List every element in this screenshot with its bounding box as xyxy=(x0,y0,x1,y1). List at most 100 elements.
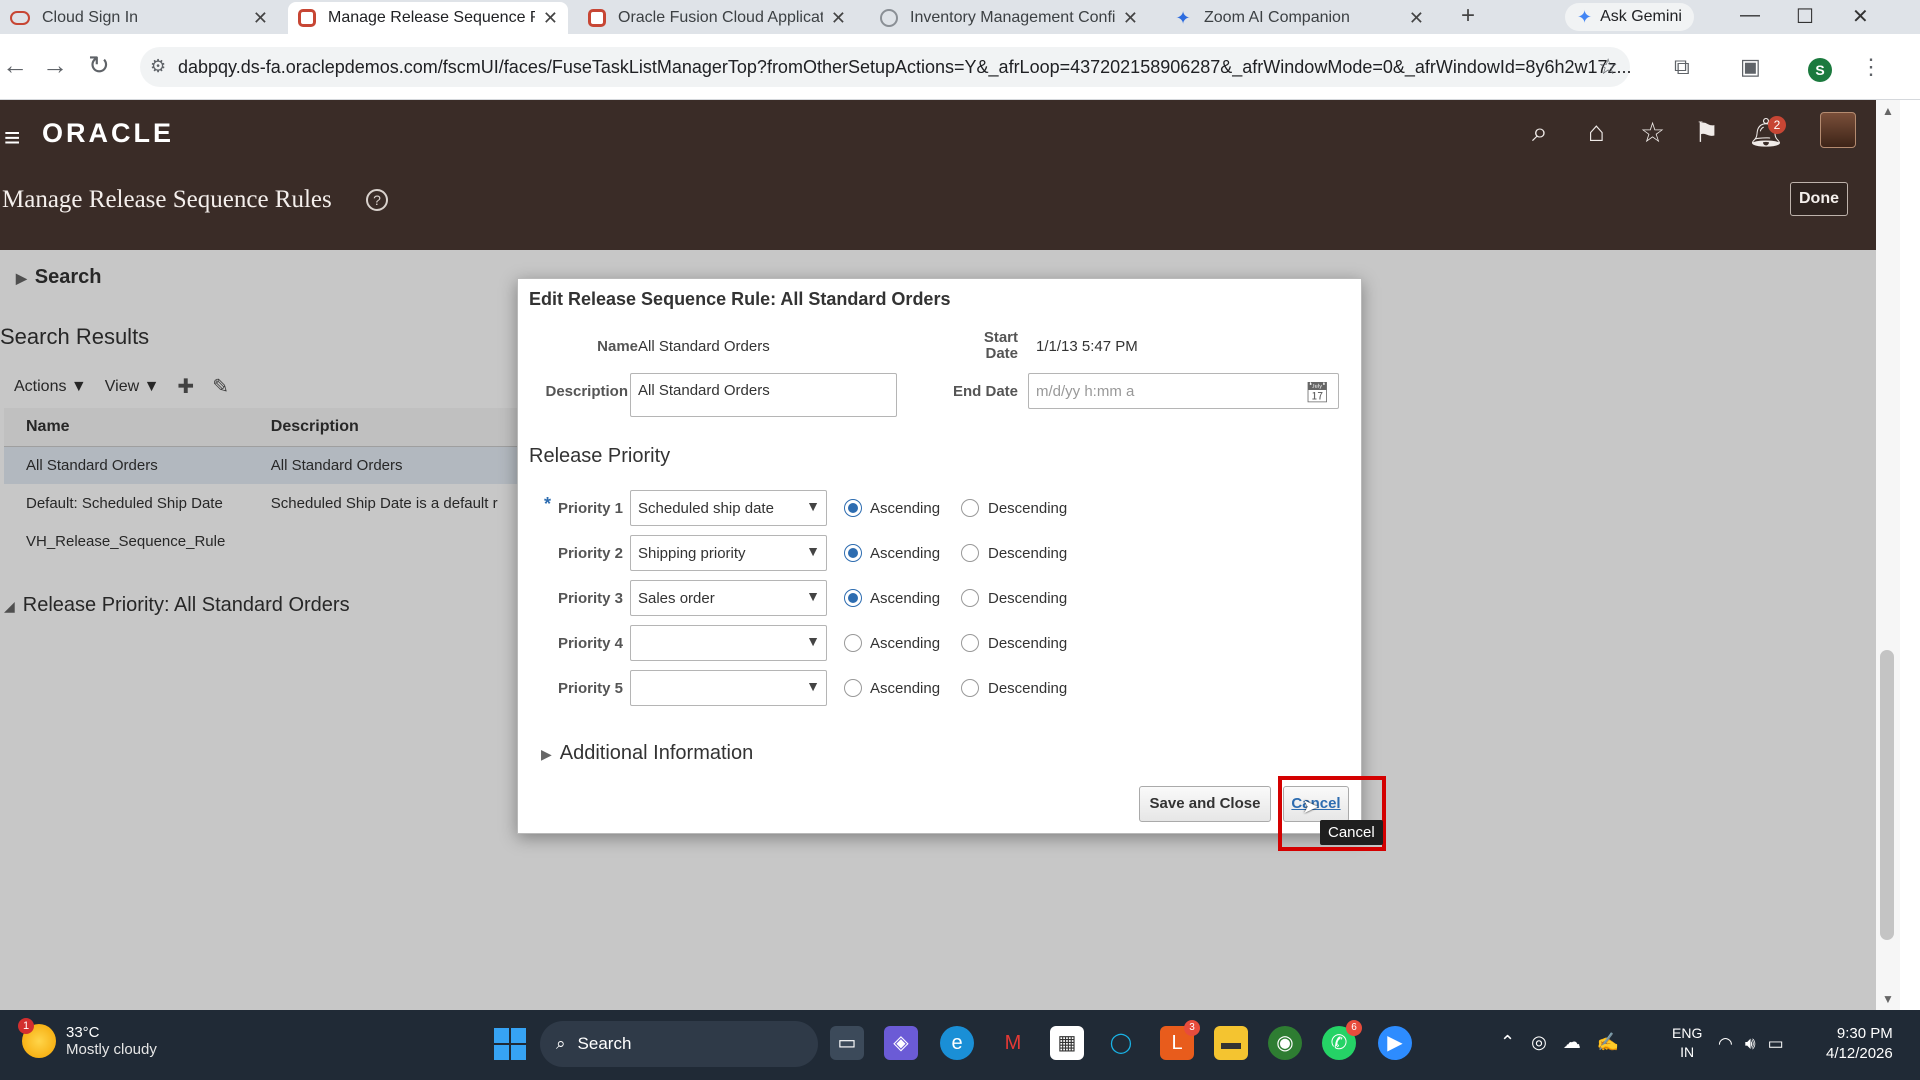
close-tab-icon[interactable]: ✕ xyxy=(1409,8,1424,29)
search-icon: ⌕ xyxy=(556,1034,566,1053)
priority-3-select[interactable]: Sales order ▼ xyxy=(630,580,827,616)
close-tab-icon[interactable]: ✕ xyxy=(1123,8,1138,29)
taskbar-search-label: Search xyxy=(577,1034,632,1053)
priority-2-ascending-radio[interactable] xyxy=(844,544,862,562)
additional-information-toggle[interactable]: ▶ Additional Information xyxy=(541,742,753,765)
close-tab-icon[interactable]: ✕ xyxy=(543,8,558,29)
tab-cloud-sign-in[interactable]: Cloud Sign In ✕ xyxy=(0,2,278,34)
address-bar[interactable]: ⚙ dabpqy.ds-fa.oraclepdemos.com/fscmUI/f… xyxy=(140,47,1630,87)
priority-2-descending-radio[interactable] xyxy=(961,544,979,562)
onedrive-icon[interactable]: ☁ xyxy=(1563,1032,1581,1053)
scrollbar-thumb[interactable] xyxy=(1880,650,1894,940)
priority-4-select[interactable]: ▼ xyxy=(630,625,827,661)
gemini-icon: ✦ xyxy=(1577,6,1593,27)
tab-oracle-fusion[interactable]: Oracle Fusion Cloud Applicati ✕ xyxy=(578,2,856,34)
language-line-2: IN xyxy=(1680,1044,1695,1060)
save-and-close-button[interactable]: Save and Close xyxy=(1139,786,1271,822)
windows-start-icon[interactable] xyxy=(494,1028,526,1060)
home-icon[interactable]: ⌂ xyxy=(1588,116,1605,148)
copilot-icon[interactable]: ◈ xyxy=(884,1026,918,1060)
tab-zoom-ai[interactable]: ✦ Zoom AI Companion ✕ xyxy=(1164,2,1434,34)
search-icon[interactable]: ⌕ xyxy=(1532,116,1548,149)
system-tray: ⌃ ◎ ☁ ✍ xyxy=(1500,1032,1619,1053)
done-button[interactable]: Done xyxy=(1790,182,1848,216)
priority-1-value: Scheduled ship date xyxy=(638,500,774,517)
close-tab-icon[interactable]: ✕ xyxy=(831,8,846,29)
chevron-up-icon[interactable]: ⌃ xyxy=(1500,1032,1515,1053)
close-window-icon[interactable]: ✕ xyxy=(1852,4,1869,29)
calendar-icon[interactable]: 📅︎ xyxy=(1305,380,1330,405)
store-icon[interactable]: ▦ xyxy=(1050,1026,1084,1060)
vertical-scrollbar[interactable]: ▲ ▼ xyxy=(1876,100,1900,1010)
forward-icon[interactable]: → xyxy=(42,50,68,81)
priority-5-descending-radio[interactable] xyxy=(961,679,979,697)
app-l-icon[interactable]: L3 xyxy=(1160,1020,1200,1060)
priority-5-select[interactable]: ▼ xyxy=(630,670,827,706)
windows-taskbar: 1 33°C Mostly cloudy ⌕ Search ▭ ◈ e M ▦ … xyxy=(0,1010,1920,1080)
help-icon[interactable]: ? xyxy=(366,189,388,211)
ask-gemini-label: Ask Gemini xyxy=(1600,8,1682,25)
descending-label: Descending xyxy=(988,635,1068,652)
alexa-icon[interactable]: ◯ xyxy=(1104,1026,1138,1060)
user-avatar[interactable] xyxy=(1820,112,1856,148)
priority-3-descending-radio[interactable] xyxy=(961,589,979,607)
watchlist-flag-icon[interactable]: ⚑ xyxy=(1694,116,1719,149)
start-date-value: 1/1/13 5:47 PM xyxy=(1036,338,1138,355)
priority-1-ascending-radio[interactable] xyxy=(844,499,862,517)
priority-1-descending-radio[interactable] xyxy=(961,499,979,517)
whatsapp-icon[interactable]: ✆ 6 xyxy=(1322,1020,1362,1060)
scroll-up-icon[interactable]: ▲ xyxy=(1882,104,1894,118)
battery-icon: ▭ xyxy=(1767,1034,1784,1053)
priority-1-select[interactable]: Scheduled ship date ▼ xyxy=(630,490,827,526)
tab-inventory-management[interactable]: Inventory Management Config ✕ xyxy=(870,2,1148,34)
hamburger-menu-icon[interactable]: ≡ xyxy=(4,122,20,154)
zoom-app-icon[interactable]: ▶ xyxy=(1378,1026,1412,1060)
site-settings-icon[interactable]: ⚙ xyxy=(150,56,166,77)
weather-alert-badge: 1 xyxy=(18,1018,34,1034)
oracle-logo[interactable]: ORACLE xyxy=(42,118,174,149)
description-textarea[interactable]: All Standard Orders xyxy=(630,373,897,417)
extensions-icon[interactable]: ⧉ xyxy=(1674,54,1690,80)
scroll-down-icon[interactable]: ▼ xyxy=(1882,992,1894,1006)
ascending-label: Ascending xyxy=(870,545,941,562)
reload-icon[interactable]: ↻ xyxy=(88,50,110,81)
priority-5-ascending-radio[interactable] xyxy=(844,679,862,697)
tab-manage-release-sequence[interactable]: Manage Release Sequence Ru ✕ xyxy=(288,2,568,34)
taskbar-search[interactable]: ⌕ Search xyxy=(540,1021,818,1067)
pen-icon[interactable]: ✍ xyxy=(1597,1032,1619,1053)
close-tab-icon[interactable]: ✕ xyxy=(253,8,268,29)
tab-title: Oracle Fusion Cloud Applicati xyxy=(618,9,823,26)
priority-4-descending-radio[interactable] xyxy=(961,634,979,652)
task-view-icon[interactable]: ▭ xyxy=(830,1026,864,1060)
language-indicator[interactable]: ENG IN xyxy=(1672,1024,1702,1062)
back-icon[interactable]: ← xyxy=(2,50,28,81)
priority-3-ascending-radio[interactable] xyxy=(844,589,862,607)
tab-title: Cloud Sign In xyxy=(42,9,139,26)
browser-menu-icon[interactable]: ⋮ xyxy=(1860,54,1882,80)
weather-widget[interactable]: 1 33°C Mostly cloudy xyxy=(18,1018,157,1058)
chrome-icon[interactable]: ◉ xyxy=(1268,1026,1302,1060)
system-status[interactable]: ◠ 🔊︎ ▭ xyxy=(1718,1034,1784,1054)
clock[interactable]: 9:30 PM 4/12/2026 xyxy=(1826,1024,1893,1064)
name-value: All Standard Orders xyxy=(638,338,770,355)
profile-avatar[interactable]: S xyxy=(1808,58,1832,82)
new-tab-button[interactable]: + xyxy=(1461,2,1475,30)
end-date-input[interactable]: m/d/yy h:mm a 📅︎ xyxy=(1028,373,1339,409)
priority-row-3: Priority 3 Sales order ▼ Ascending Desce… xyxy=(518,580,1363,616)
weather-condition: Mostly cloudy xyxy=(66,1041,157,1058)
reading-list-icon[interactable]: ▣ xyxy=(1740,54,1761,80)
priority-2-select[interactable]: Shipping priority ▼ xyxy=(630,535,827,571)
minimize-icon[interactable]: — xyxy=(1740,4,1760,27)
priority-4-ascending-radio[interactable] xyxy=(844,634,862,652)
ask-gemini-button[interactable]: ✦ Ask Gemini xyxy=(1565,3,1694,31)
bookmark-star-icon[interactable]: ☆ xyxy=(1598,54,1618,80)
maximize-icon[interactable]: ☐ xyxy=(1796,4,1814,29)
mcafee-icon[interactable]: M xyxy=(996,1026,1030,1060)
edge-icon[interactable]: e xyxy=(940,1026,974,1060)
favorites-star-icon[interactable]: ☆ xyxy=(1640,116,1665,149)
url-text: dabpqy.ds-fa.oraclepdemos.com/fscmUI/fac… xyxy=(178,56,1630,77)
priority-2-value: Shipping priority xyxy=(638,545,746,562)
file-explorer-icon[interactable]: ▬ xyxy=(1214,1026,1248,1060)
priority-row-4: Priority 4 ▼ Ascending Descending xyxy=(518,625,1363,661)
tray-app-icon[interactable]: ◎ xyxy=(1531,1032,1547,1053)
